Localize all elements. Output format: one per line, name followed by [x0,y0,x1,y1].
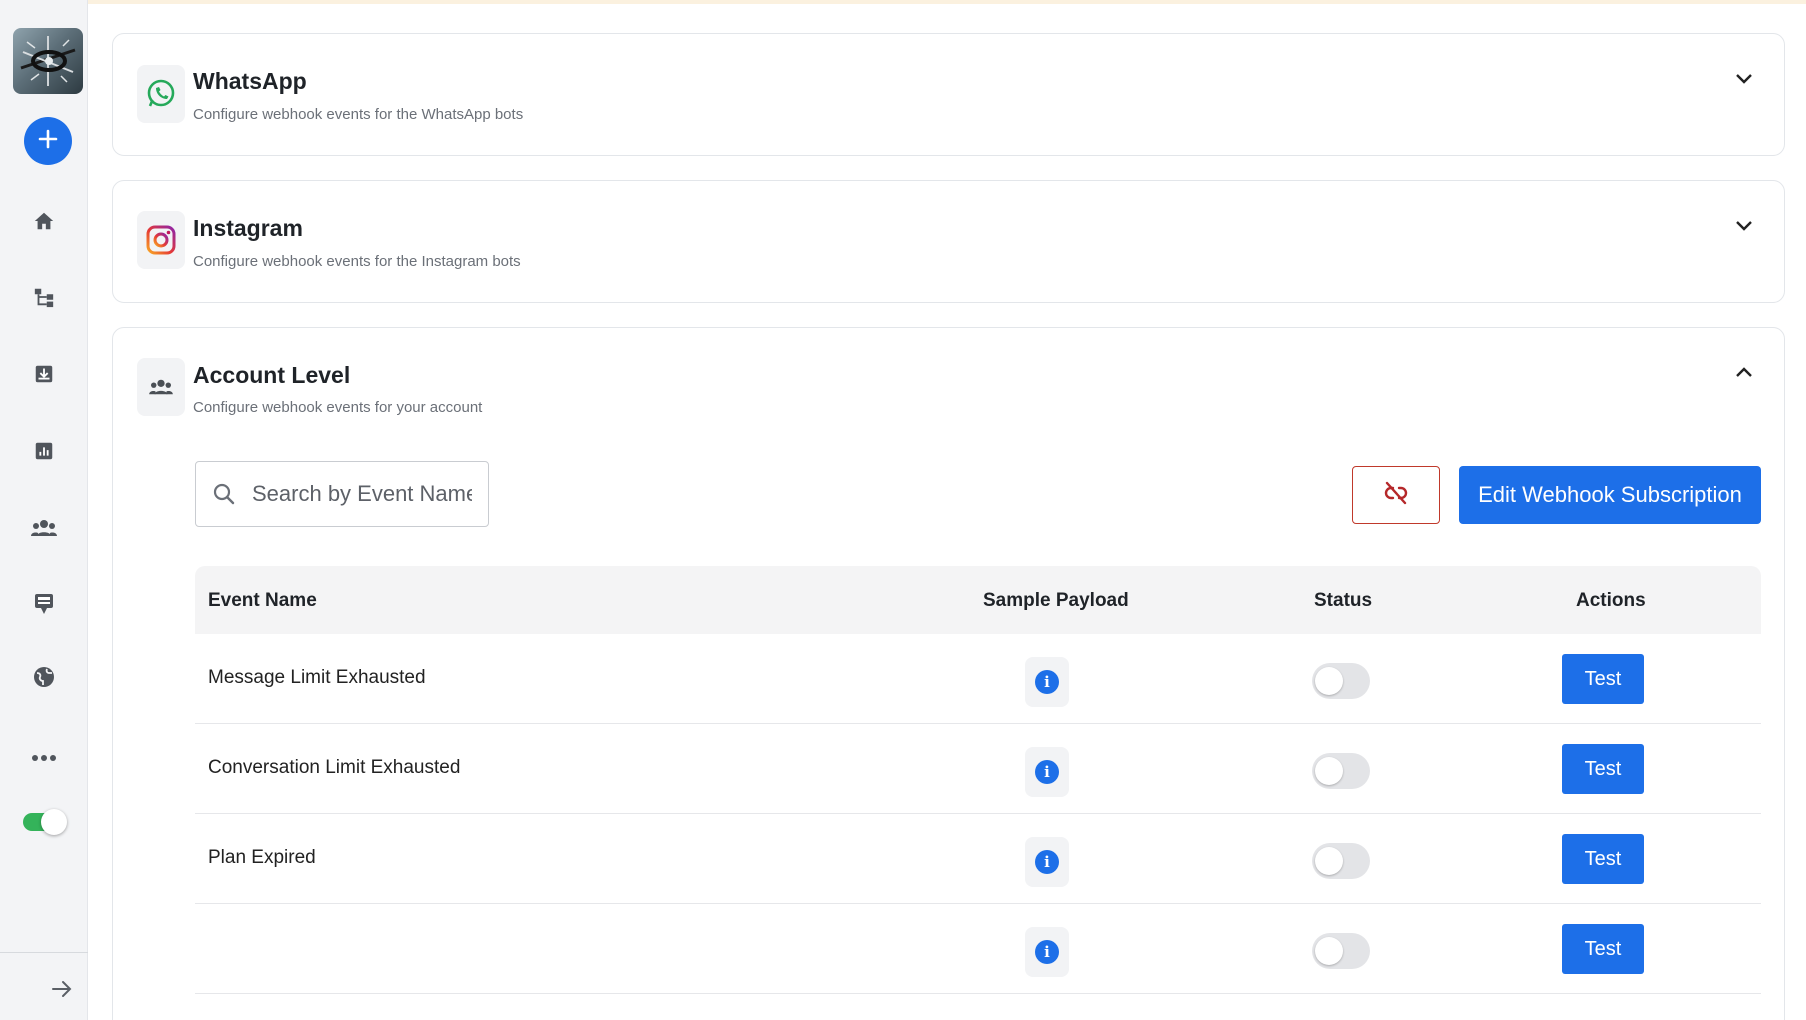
table-header: Event Name Sample Payload Status Actions [195,566,1761,634]
status-toggle[interactable] [1312,753,1370,789]
home-icon [33,210,55,237]
arrow-right-icon [50,977,74,1006]
toggle-knob [1315,757,1343,785]
table-row: Conversation Limit Exhausted i Test [195,724,1761,814]
chevron-down-icon [1735,72,1753,90]
section-title: Instagram [193,215,303,241]
section-title: Account Level [193,362,351,388]
search-input[interactable] [252,481,472,507]
table-row: Message Limit Exhausted i Test [195,634,1761,724]
sidebar-toggle[interactable] [23,808,67,836]
status-toggle[interactable] [1312,843,1370,879]
create-button[interactable] [24,117,72,165]
analytics-icon [33,440,55,467]
link-off-icon [1382,479,1410,512]
info-icon: i [1035,940,1059,964]
info-icon: i [1035,850,1059,874]
expand-instagram-button[interactable] [1730,214,1758,242]
sample-payload-button[interactable]: i [1025,747,1069,797]
flow-icon [33,286,55,313]
sample-payload-button[interactable]: i [1025,927,1069,977]
whatsapp-section[interactable]: WhatsApp Configure webhook events for th… [112,33,1785,156]
test-button[interactable]: Test [1562,654,1644,704]
column-actions: Actions [1576,590,1646,611]
info-icon: i [1035,760,1059,784]
nav-more[interactable] [28,742,60,774]
event-search[interactable] [195,461,489,527]
chevron-down-icon [1735,219,1753,237]
sidebar-divider [0,952,88,953]
column-status: Status [1314,590,1373,611]
nav-team[interactable] [28,514,60,546]
section-subtitle: Configure webhook events for the Instagr… [193,253,521,270]
inbox-icon [33,363,55,390]
column-sample-payload: Sample Payload [983,590,1129,611]
people-icon [137,358,185,416]
event-name: Plan Expired [208,847,316,868]
toggle-knob [1315,847,1343,875]
expand-whatsapp-button[interactable] [1730,67,1758,95]
plus-icon [36,127,60,156]
chevron-up-icon [1735,365,1753,383]
globe-icon [32,665,56,694]
edit-webhook-subscription-button[interactable]: Edit Webhook Subscription [1459,466,1761,524]
expand-sidebar-button[interactable] [46,975,78,1007]
status-toggle[interactable] [1312,663,1370,699]
toggle-knob [1315,937,1343,965]
team-icon [31,517,57,544]
test-button[interactable]: Test [1562,744,1644,794]
event-name: Message Limit Exhausted [208,667,426,688]
toggle-knob [41,809,67,835]
brand-logo[interactable] [13,28,83,94]
top-border [0,0,1806,4]
info-icon: i [1035,670,1059,694]
nav-home[interactable] [28,207,60,239]
nav-web[interactable] [28,663,60,695]
test-button[interactable]: Test [1562,924,1644,974]
table-row: i Test [195,904,1761,994]
nav-broadcast[interactable] [28,590,60,622]
section-subtitle: Configure webhook events for your accoun… [193,399,483,416]
section-title: WhatsApp [193,68,307,94]
more-icon [31,749,57,767]
table-row: Plan Expired i Test [195,814,1761,904]
sample-payload-button[interactable]: i [1025,657,1069,707]
nav-flows[interactable] [28,283,60,315]
nav-inbox[interactable] [28,360,60,392]
account-level-section: Account Level Configure webhook events f… [112,327,1785,1020]
toggle-knob [1315,667,1343,695]
events-table: Event Name Sample Payload Status Actions… [195,566,1761,994]
event-name: Conversation Limit Exhausted [208,757,461,778]
collapse-account-button[interactable] [1730,360,1758,388]
instagram-icon [137,211,185,269]
status-toggle[interactable] [1312,933,1370,969]
table-body: Message Limit Exhausted i Test Conversat… [195,634,1761,994]
section-subtitle: Configure webhook events for the WhatsAp… [193,106,524,123]
nav-analytics[interactable] [28,437,60,469]
sidebar [0,0,88,1020]
unlink-webhook-button[interactable] [1352,466,1440,524]
column-event-name: Event Name [208,590,317,611]
search-icon [196,482,252,506]
broadcast-icon [33,592,55,621]
test-button[interactable]: Test [1562,834,1644,884]
sample-payload-button[interactable]: i [1025,837,1069,887]
instagram-section[interactable]: Instagram Configure webhook events for t… [112,180,1785,303]
whatsapp-icon [137,65,185,123]
